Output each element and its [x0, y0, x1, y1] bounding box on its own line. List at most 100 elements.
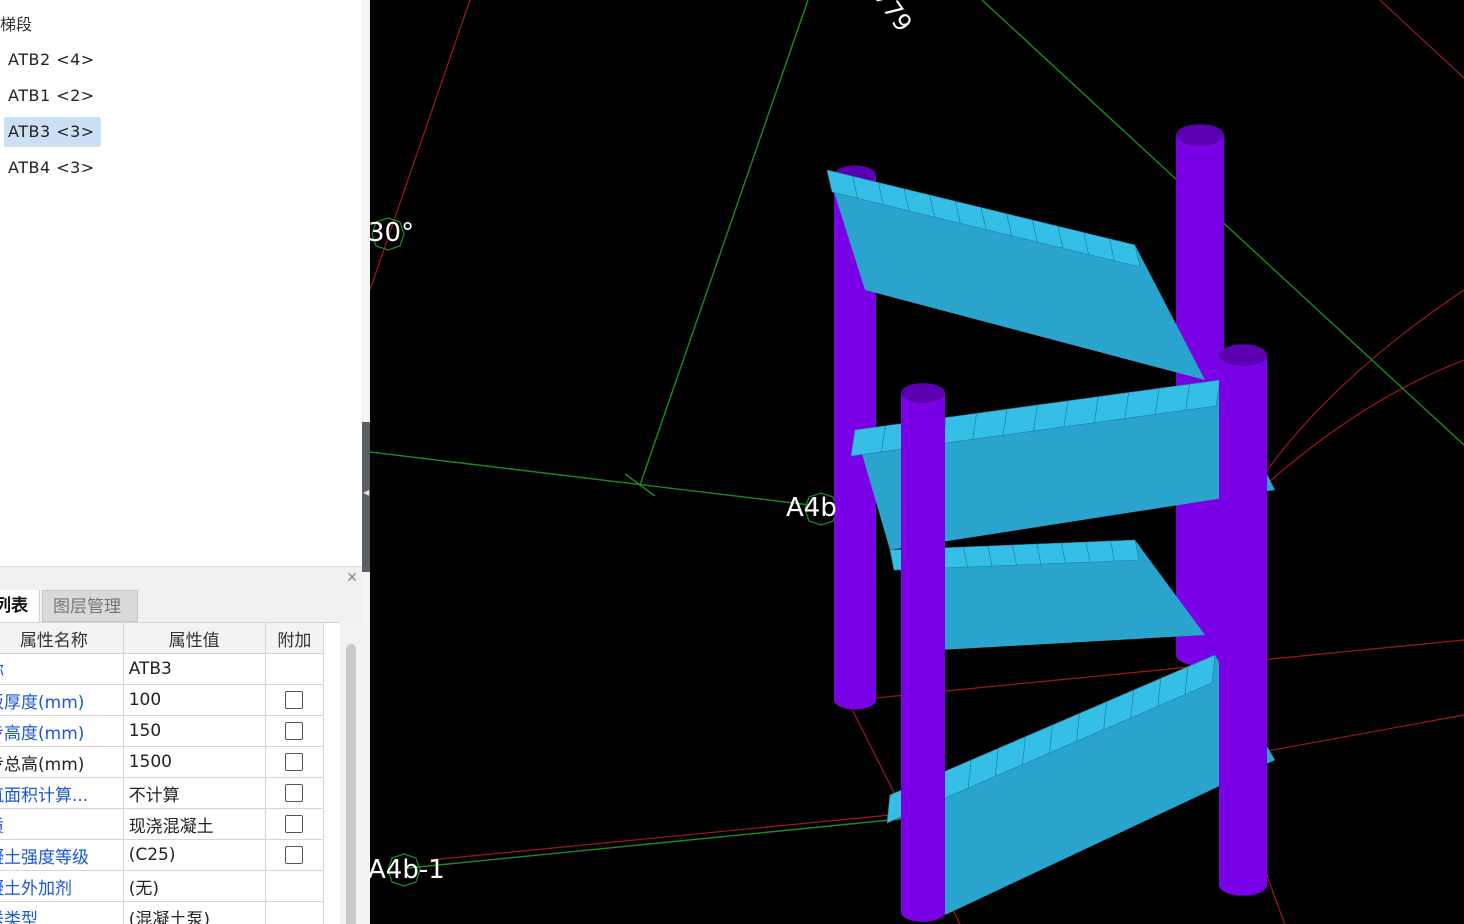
grid-arc-red: [1259, 359, 1464, 491]
left-panel: 形梯段 ATB2 <4> ATB1 <2> ATB3 <3> ATB4 <3> …: [0, 0, 362, 924]
tab-bar: 列表 图层管理: [0, 590, 362, 623]
stair-flight-middle-step: [972, 408, 1008, 440]
stair-flight-middle-back-step: [963, 545, 993, 568]
property-value[interactable]: 150: [122, 715, 266, 747]
table-row[interactable]: 板厚度(mm)100: [0, 684, 325, 716]
column-front-left-base: [901, 902, 945, 922]
axis-label-a4b-1: A4b-1: [370, 855, 445, 885]
property-extra-cell: [264, 684, 325, 716]
stair-flight-middle-back-step: [1012, 543, 1042, 566]
property-value[interactable]: 现浇混凝土: [122, 808, 266, 840]
tree-item-atb1[interactable]: ATB1 <2>: [4, 81, 101, 111]
property-value[interactable]: 不计算: [122, 777, 266, 809]
table-header-row: 属性名称 属性值 附加: [0, 622, 325, 654]
column-front-right: [1219, 355, 1267, 885]
close-icon[interactable]: ✕: [346, 570, 358, 586]
property-name: 称: [0, 653, 124, 685]
extra-checkbox[interactable]: [285, 753, 304, 771]
table-row[interactable]: 步总高(mm)1500: [0, 746, 325, 778]
property-extra-cell: [264, 808, 325, 840]
col-header-extra: 附加: [264, 622, 325, 654]
tree-item-atb2[interactable]: ATB2 <4>: [4, 45, 101, 75]
col-header-name: 属性名称: [0, 622, 124, 654]
stair-flight-middle-step: [1063, 396, 1099, 428]
tab-layer-management[interactable]: 图层管理: [42, 590, 138, 622]
grid-arc-red: [1259, 289, 1464, 481]
axis-line-green: [370, 451, 811, 506]
panel-splitter[interactable]: ✕: [0, 566, 362, 591]
stair-flight-middle-step: [1124, 387, 1160, 419]
property-extra-cell: [264, 653, 325, 685]
property-name: 板厚度(mm): [0, 684, 124, 716]
column-back-left-base: [834, 690, 876, 710]
property-value[interactable]: 100: [122, 684, 266, 716]
column-front-left-top: [901, 383, 945, 403]
property-name: 质: [0, 808, 124, 840]
col-header-value: 属性值: [122, 622, 266, 654]
stair-flight-middle-back-step: [1085, 540, 1115, 563]
angle-label: 30°: [370, 218, 415, 248]
table-row[interactable]: 凝土强度等级(C25): [0, 839, 325, 871]
property-name: 凝土强度等级: [0, 839, 124, 871]
extra-checkbox[interactable]: [285, 815, 304, 833]
extra-checkbox[interactable]: [285, 691, 304, 709]
property-value[interactable]: 1500: [122, 746, 266, 778]
property-name: 步总高(mm): [0, 746, 124, 778]
chevron-left-icon: ◀: [363, 488, 370, 497]
property-value[interactable]: (C25): [122, 839, 266, 871]
stair-flight-middle-back-step: [987, 544, 1017, 567]
stair-flight-middle-step: [1093, 392, 1130, 424]
table-row[interactable]: 步高度(mm)150: [0, 715, 325, 747]
stair-flight-middle-back-step: [1036, 542, 1066, 565]
table-row[interactable]: 凝土外加剂(无): [0, 870, 325, 902]
property-extra-cell: [264, 839, 325, 871]
panel-collapse-handle[interactable]: ◀: [362, 422, 370, 572]
table-row[interactable]: 筑面积计算...不计算: [0, 777, 325, 809]
property-extra-cell: [264, 715, 325, 747]
property-name: 凝土外加剂: [0, 870, 124, 902]
axis-line-green: [639, 0, 809, 486]
property-extra-cell: [264, 746, 325, 778]
3d-viewport[interactable]: 30° A4b A4b-1 779: [370, 0, 1464, 924]
table-row[interactable]: 称ATB3: [0, 653, 325, 685]
property-value[interactable]: (无): [122, 870, 266, 902]
property-name: 筑面积计算...: [0, 777, 124, 809]
table-row[interactable]: 质现浇混凝土: [0, 808, 325, 840]
stair-flight-middle-back-step: [1061, 541, 1091, 564]
grid-line-red: [429, 814, 891, 861]
tree-group-header[interactable]: 形梯段: [0, 11, 32, 35]
stair-flight-middle-step: [1033, 400, 1069, 432]
tree-item-atb3[interactable]: ATB3 <3>: [4, 117, 101, 147]
stair-flight-middle-step: [1185, 379, 1221, 411]
tab-properties-list[interactable]: 列表: [0, 590, 40, 622]
stair-model-scene: [370, 0, 1464, 924]
column-front-right-base: [1219, 874, 1267, 896]
axis-label-a4b: A4b: [786, 493, 837, 523]
stair-flight-middle-step: [941, 412, 978, 444]
table-row[interactable]: 送类型(混凝土泵): [0, 901, 325, 924]
stair-flight-middle-step: [1002, 404, 1038, 436]
property-value[interactable]: ATB3: [122, 653, 266, 685]
property-scrollbar[interactable]: [340, 622, 362, 924]
extra-checkbox[interactable]: [285, 784, 304, 802]
column-front-left: [901, 393, 945, 912]
component-tree: 形梯段 ATB2 <4> ATB1 <2> ATB3 <3> ATB4 <3>: [0, 0, 362, 566]
stair-flight-middle-step: [1154, 383, 1190, 415]
axis-line-green: [407, 817, 911, 869]
grid-line-red: [1379, 0, 1464, 79]
property-name: 送类型: [0, 901, 124, 924]
scrollbar-thumb[interactable]: [346, 644, 356, 924]
column-front-right-top: [1219, 344, 1267, 366]
property-name: 步高度(mm): [0, 715, 124, 747]
extra-checkbox[interactable]: [285, 722, 304, 740]
axis-tick-green: [624, 473, 656, 497]
property-extra-cell: [264, 901, 325, 924]
stair-flight-middle-step: [850, 425, 886, 457]
extra-checkbox[interactable]: [285, 846, 304, 864]
tree-item-atb4[interactable]: ATB4 <3>: [4, 153, 101, 183]
column-back-right-top: [1176, 124, 1224, 146]
property-table: 属性名称 属性值 附加 称ATB3板厚度(mm)100步高度(mm)150步总高…: [0, 622, 340, 924]
property-extra-cell: [264, 870, 325, 902]
property-extra-cell: [264, 777, 325, 809]
property-value[interactable]: (混凝土泵): [122, 901, 266, 924]
